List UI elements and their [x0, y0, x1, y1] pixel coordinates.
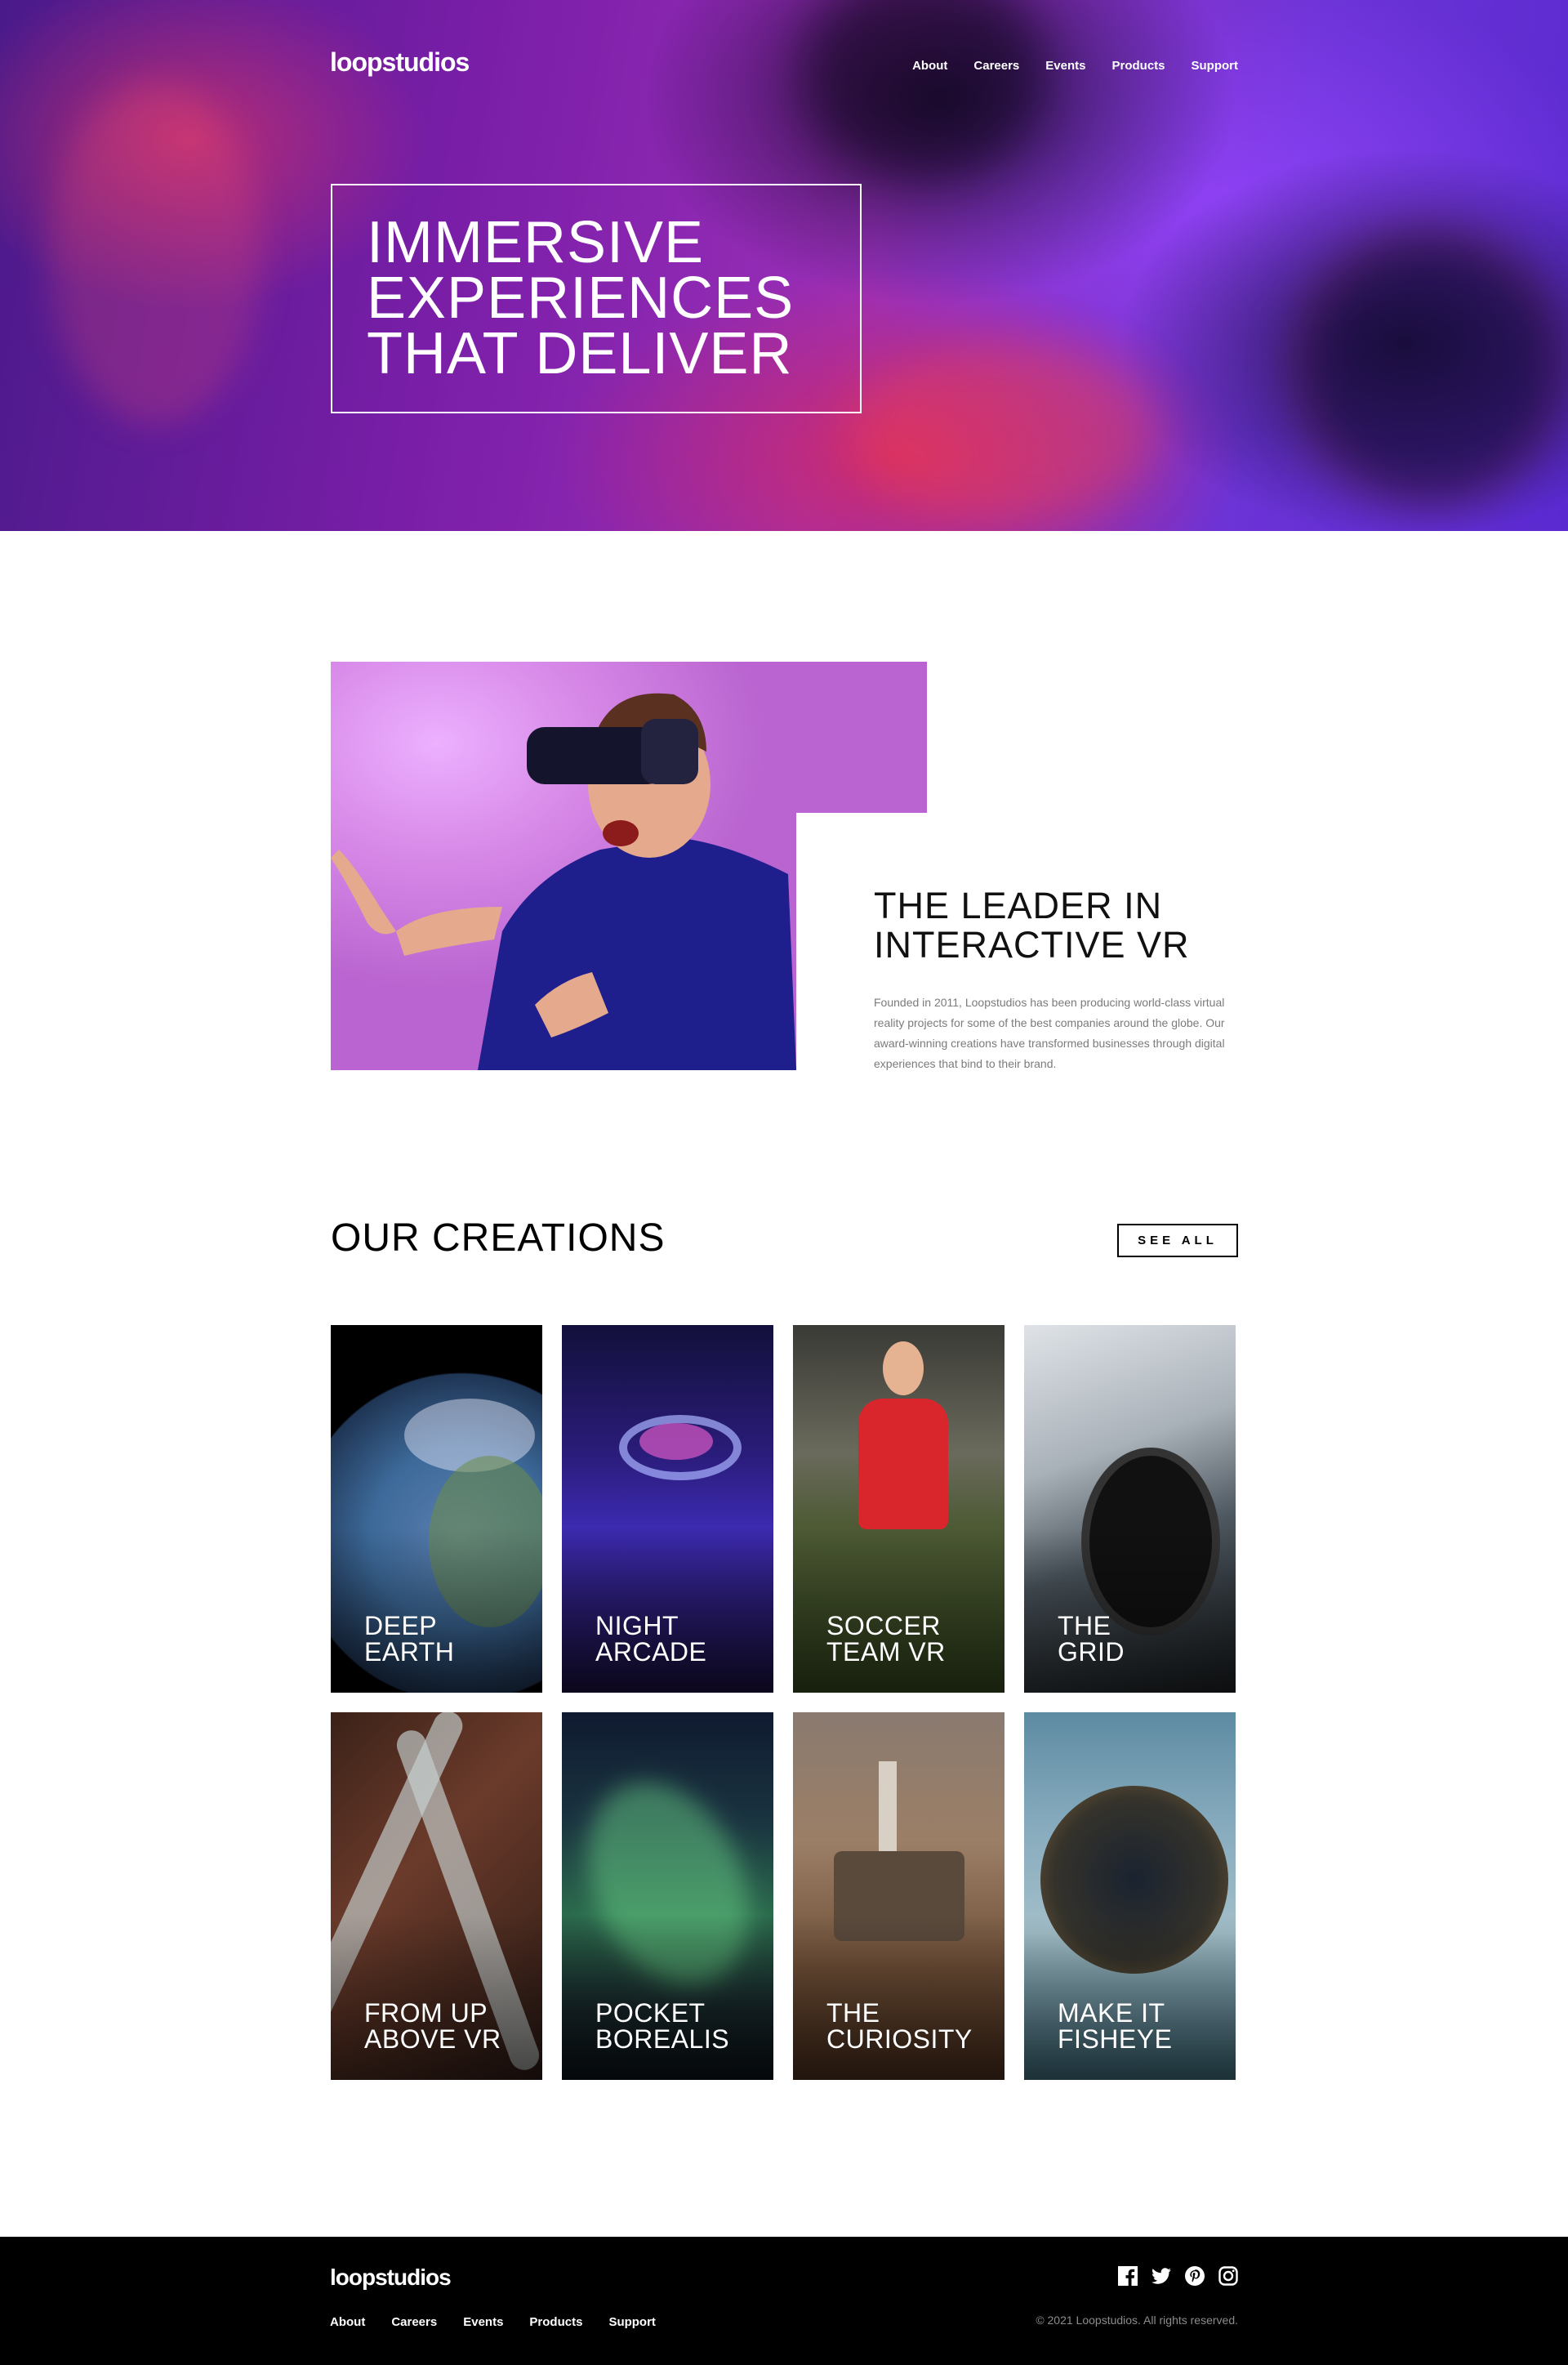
footer-link-careers[interactable]: Careers — [391, 2315, 437, 2329]
creation-card-label-line: MAKE IT — [1058, 1998, 1165, 2028]
creation-card-label-line: ABOVE VR — [364, 2024, 501, 2054]
creation-card-label: SOCCER TEAM VR — [826, 1613, 946, 1665]
nav-link-about[interactable]: About — [912, 59, 947, 73]
vr-person-illustration — [331, 693, 796, 1070]
twitter-icon[interactable] — [1152, 2266, 1171, 2286]
facebook-icon[interactable] — [1118, 2266, 1138, 2286]
social-links — [1118, 2266, 1238, 2286]
creations-grid: DEEP EARTH NIGHT ARCADE SOCCER TEAM VR T… — [331, 1325, 1238, 2080]
hero-headline-line: IMMERSIVE — [367, 210, 705, 275]
creation-card-label-line: ARCADE — [595, 1637, 707, 1667]
see-all-button[interactable]: SEE ALL — [1117, 1224, 1238, 1257]
intro-paragraph: Founded in 2011, Loopstudios has been pr… — [874, 996, 1225, 1070]
pinterest-icon[interactable] — [1185, 2266, 1205, 2286]
nav-link-products[interactable]: Products — [1111, 59, 1165, 73]
creation-card-label-line: THE — [826, 1998, 880, 2028]
creation-card-label-line: BOREALIS — [595, 2024, 730, 2054]
creation-card-label: POCKET BOREALIS — [595, 2000, 729, 2052]
copyright-text: © 2021 Loopstudios. All rights reserved. — [1036, 2314, 1238, 2327]
creation-card-label-line: POCKET — [595, 1998, 706, 2028]
creation-card-label: MAKE IT FISHEYE — [1058, 2000, 1172, 2052]
hero-headline-line: THAT DELIVER — [367, 321, 793, 386]
creation-card-night-arcade[interactable]: NIGHT ARCADE — [562, 1325, 773, 1693]
creation-card-deep-earth[interactable]: DEEP EARTH — [331, 1325, 542, 1693]
creation-card-from-up-above-vr[interactable]: FROM UP ABOVE VR — [331, 1712, 542, 2080]
creation-card-label: THE CURIOSITY — [826, 2000, 973, 2052]
header-nav: About Careers Events Products Support — [912, 59, 1238, 73]
creation-card-label-line: EARTH — [364, 1637, 455, 1667]
intro-title-line: INTERACTIVE VR — [874, 924, 1190, 966]
footer-link-about[interactable]: About — [330, 2315, 365, 2329]
creation-card-label: NIGHT ARCADE — [595, 1613, 706, 1665]
footer-link-products[interactable]: Products — [529, 2315, 582, 2329]
creation-card-label-line: FROM UP — [364, 1998, 488, 2028]
card-shade — [1024, 1325, 1236, 1693]
nav-link-careers[interactable]: Careers — [973, 59, 1019, 73]
hero-background-shape — [49, 82, 261, 425]
nav-link-support[interactable]: Support — [1192, 59, 1239, 73]
footer-link-support[interactable]: Support — [608, 2315, 656, 2329]
creation-card-label-line: GRID — [1058, 1637, 1125, 1667]
footer-nav: About Careers Events Products Support — [330, 2315, 656, 2329]
creation-card-label-line: NIGHT — [595, 1611, 679, 1640]
creation-card-label-line: CURIOSITY — [826, 2024, 973, 2054]
creation-card-label: DEEP EARTH — [364, 1613, 454, 1665]
creation-card-label-line: SOCCER — [826, 1611, 941, 1640]
instagram-icon[interactable] — [1218, 2266, 1238, 2286]
hero-section: loopstudios About Careers Events Product… — [0, 0, 1568, 531]
hero-headline-line: EXPERIENCES — [367, 266, 795, 331]
creation-card-make-it-fisheye[interactable]: MAKE IT FISHEYE — [1024, 1712, 1236, 2080]
hero-headline-box: IMMERSIVE EXPERIENCES THAT DELIVER — [331, 184, 862, 413]
hero-background-shape — [849, 343, 1160, 523]
nav-link-events[interactable]: Events — [1045, 59, 1085, 73]
header-logo[interactable]: loopstudios — [330, 47, 470, 78]
creation-card-label-line: TEAM VR — [826, 1637, 946, 1667]
creation-card-label: FROM UP ABOVE VR — [364, 2000, 501, 2052]
creation-card-the-grid[interactable]: THE GRID — [1024, 1325, 1236, 1693]
creations-title: OUR CREATIONS — [331, 1216, 666, 1260]
creation-card-the-curiosity[interactable]: THE CURIOSITY — [793, 1712, 1004, 2080]
creation-card-label: THE GRID — [1058, 1613, 1125, 1665]
creation-card-pocket-borealis[interactable]: POCKET BOREALIS — [562, 1712, 773, 2080]
creation-card-label-line: FISHEYE — [1058, 2024, 1173, 2054]
footer-logo[interactable]: loopstudios — [330, 2265, 452, 2291]
intro-title-line: THE LEADER IN — [874, 885, 1163, 926]
vr-person-image — [331, 662, 927, 1070]
creation-card-label-line: THE — [1058, 1611, 1111, 1640]
intro-text-card: THE LEADER IN INTERACTIVE VR Founded in … — [874, 886, 1237, 1074]
creation-card-label-line: DEEP — [364, 1611, 438, 1640]
footer: loopstudios About Careers Events Product… — [0, 2237, 1568, 2365]
hero-background-shape — [800, 0, 1045, 180]
hero-background-shape — [1290, 229, 1568, 506]
footer-link-events[interactable]: Events — [463, 2315, 503, 2329]
creation-card-soccer-team-vr[interactable]: SOCCER TEAM VR — [793, 1325, 1004, 1693]
